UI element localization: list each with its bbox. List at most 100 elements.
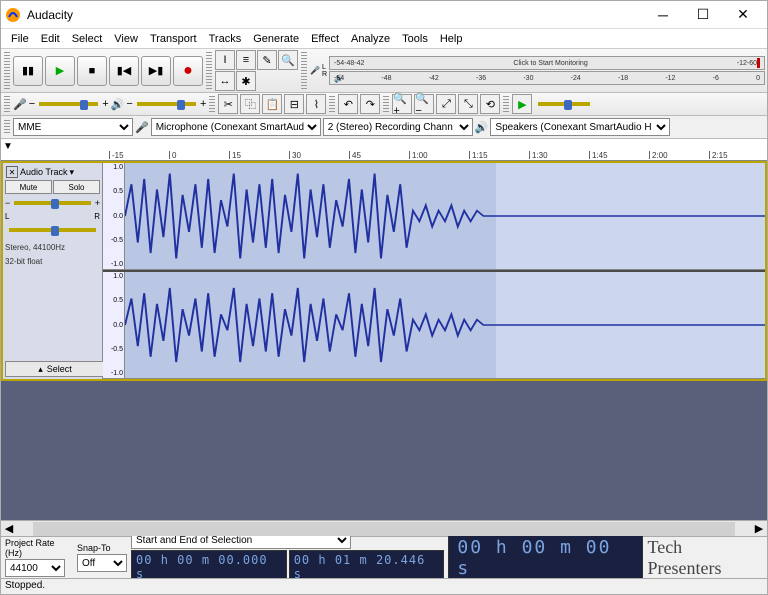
amplitude-scale: 1.00.50.0-0.5-1.0 [103, 272, 125, 378]
speaker-icon: 🔊 [475, 121, 489, 134]
draw-tool-icon[interactable]: ✎ [257, 50, 277, 70]
grip[interactable] [206, 52, 212, 89]
recording-meter[interactable]: -54-48-42 Click to Start Monitoring -12-… [329, 56, 765, 70]
menu-effect[interactable]: Effect [305, 31, 345, 47]
rec-meter-msg[interactable]: Click to Start Monitoring [364, 60, 736, 67]
grip[interactable] [329, 96, 335, 112]
track-gain-slider[interactable]: −+ [5, 195, 100, 211]
fit-selection-icon[interactable]: ⤢ [436, 94, 456, 114]
track-close-button[interactable]: ✕ [6, 166, 18, 178]
transport-toolbar: ▮▮ ▶ ■ ▮◀ ▶▮ ● I ≡ ✎ 🔍 ↔ ✱ 🎤LR -54-48-42… [1, 49, 767, 93]
silence-icon[interactable]: ⌇ [306, 94, 326, 114]
selection-toolbar: Project Rate (Hz) 44100 Snap-To Off Star… [1, 536, 767, 578]
menu-file[interactable]: File [5, 31, 35, 47]
menu-view[interactable]: View [108, 31, 144, 47]
menu-transport[interactable]: Transport [144, 31, 203, 47]
close-button[interactable]: ✕ [723, 2, 763, 28]
multi-tool-icon[interactable]: ✱ [236, 71, 256, 91]
snap-to-select[interactable]: Off [77, 554, 127, 572]
tools-grid: I ≡ ✎ 🔍 ↔ ✱ [215, 50, 298, 91]
trim-icon[interactable]: ⊟ [284, 94, 304, 114]
selection-tool-icon[interactable]: I [215, 50, 235, 70]
grip[interactable] [503, 96, 509, 112]
solo-button[interactable]: Solo [53, 180, 100, 194]
mic-icon: 🎤 [310, 66, 320, 75]
mute-button[interactable]: Mute [5, 180, 52, 194]
paste-icon[interactable]: 📋 [262, 94, 282, 114]
play-button[interactable]: ▶ [45, 56, 75, 86]
pin-icon[interactable]: ▼ [3, 141, 13, 152]
playback-volume-slider[interactable]: −+ [126, 96, 206, 112]
track-pan-slider[interactable] [5, 222, 100, 238]
cut-icon[interactable]: ✂ [218, 94, 238, 114]
undo-icon[interactable]: ↶ [338, 94, 358, 114]
record-button[interactable]: ● [173, 56, 203, 86]
grip[interactable] [383, 96, 389, 112]
skip-start-button[interactable]: ▮◀ [109, 56, 139, 86]
recording-device-select[interactable]: Microphone (Conexant SmartAudio [151, 118, 321, 136]
audio-track: ✕ Audio Track ▾ Mute Solo −+ LR Stereo, … [1, 161, 767, 381]
recording-channels-select[interactable]: 2 (Stereo) Recording Chann [323, 118, 473, 136]
window-buttons: ─ ☐ ✕ [643, 2, 763, 28]
menu-generate[interactable]: Generate [247, 31, 305, 47]
skip-end-button[interactable]: ▶▮ [141, 56, 171, 86]
mic-icon: 🎤 [135, 121, 149, 134]
track-name[interactable]: Audio Track [20, 167, 68, 177]
track-select-button[interactable]: ▴Select [5, 361, 105, 377]
track-menu-dropdown-icon[interactable]: ▾ [70, 167, 75, 178]
zoom-out-icon[interactable]: 🔍− [414, 94, 434, 114]
menubar: File Edit Select View Transport Tracks G… [1, 29, 767, 49]
device-toolbar: MME 🎤 Microphone (Conexant SmartAudio 2 … [1, 116, 767, 139]
redo-icon[interactable]: ↷ [360, 94, 380, 114]
play-at-speed-icon[interactable]: ▶ [512, 94, 532, 114]
menu-help[interactable]: Help [434, 31, 469, 47]
track-area: ✕ Audio Track ▾ Mute Solo −+ LR Stereo, … [1, 161, 767, 520]
waveform-right[interactable] [125, 272, 765, 378]
recording-volume-slider[interactable]: −+ [29, 96, 109, 112]
grip[interactable] [4, 120, 10, 134]
stop-button[interactable]: ■ [77, 56, 107, 86]
audio-host-select[interactable]: MME [13, 118, 133, 136]
playback-device-select[interactable]: Speakers (Conexant SmartAudio H [490, 118, 670, 136]
mic-icon: 🎤 [13, 98, 27, 111]
amplitude-scale: 1.00.50.0-0.5-1.0 [103, 163, 125, 269]
menu-select[interactable]: Select [66, 31, 109, 47]
timeline-ruler[interactable]: ▼ -15 0 15 30 45 1:00 1:15 1:30 1:45 2:0… [1, 139, 767, 161]
app-icon [5, 7, 21, 23]
horizontal-scrollbar[interactable]: ◀ ▶ [1, 520, 767, 536]
brand-watermark: Tech Presenters [647, 537, 763, 579]
audio-position-time[interactable]: 00 h 00 m 00 s [448, 534, 643, 582]
timeshift-tool-icon[interactable]: ↔ [215, 71, 235, 91]
window-title: Audacity [27, 8, 643, 22]
speaker-icon: 🔊 [111, 98, 125, 111]
track-format-info: Stereo, 44100Hz [5, 243, 100, 252]
grip[interactable] [4, 96, 10, 112]
grip[interactable] [209, 96, 215, 112]
grip[interactable] [4, 52, 10, 89]
envelope-tool-icon[interactable]: ≡ [236, 50, 256, 70]
copy-icon[interactable]: ⿻ [240, 94, 260, 114]
track-control-panel: ✕ Audio Track ▾ Mute Solo −+ LR Stereo, … [3, 163, 103, 379]
menu-tracks[interactable]: Tracks [203, 31, 248, 47]
grip[interactable] [301, 52, 307, 89]
pause-button[interactable]: ▮▮ [13, 56, 43, 86]
playback-meter[interactable]: 🔊 -54-48-42-36-30-24-18-12-60 [329, 71, 765, 85]
minimize-button[interactable]: ─ [643, 2, 683, 28]
menu-edit[interactable]: Edit [35, 31, 66, 47]
mixer-toolbar: 🎤 −+ 🔊 −+ ✂ ⿻ 📋 ⊟ ⌇ ↶ ↷ 🔍+ 🔍− ⤢ ⤡ ⟲ ▶ [1, 93, 767, 116]
fit-project-icon[interactable]: ⤡ [458, 94, 478, 114]
maximize-button[interactable]: ☐ [683, 2, 723, 28]
waveform-left[interactable] [125, 163, 765, 269]
menu-analyze[interactable]: Analyze [345, 31, 396, 47]
track-bitdepth-info: 32-bit float [5, 257, 100, 266]
zoom-in-icon[interactable]: 🔍+ [392, 94, 412, 114]
play-speed-slider[interactable] [534, 96, 594, 112]
project-rate-label: Project Rate (Hz) [5, 538, 73, 558]
titlebar: Audacity ─ ☐ ✕ [1, 1, 767, 29]
project-rate-select[interactable]: 44100 [5, 559, 65, 577]
menu-tools[interactable]: Tools [396, 31, 434, 47]
zoom-tool-icon[interactable]: 🔍 [278, 50, 298, 70]
zoom-toggle-icon[interactable]: ⟲ [480, 94, 500, 114]
status-bar: Stopped. [1, 578, 767, 594]
snap-to-label: Snap-To [77, 543, 127, 553]
